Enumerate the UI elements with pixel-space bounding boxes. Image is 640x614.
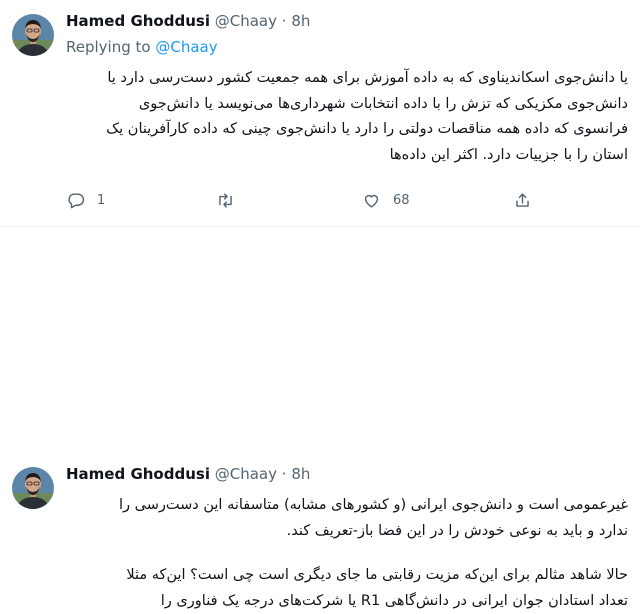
- avatar[interactable]: [12, 467, 54, 509]
- share-icon: [513, 191, 532, 210]
- tweet[interactable]: Hamed Ghoddusi @Chaay · 8h غیرعمومی است …: [0, 227, 640, 415]
- timestamp[interactable]: 8h: [291, 12, 310, 30]
- tweet-text-line: فرانسوی که داده همه مناقصات دولتی را دار…: [66, 117, 628, 143]
- tweet-text-line: یا دانش‌جوی اسکاندیناوی که به داده آموزش…: [66, 66, 628, 92]
- like-count: 68: [393, 193, 410, 208]
- reply-button[interactable]: 1: [66, 191, 105, 210]
- tweet-text-line: غیرعمومی است و دانش‌جوی ایرانی (و کشورها…: [66, 493, 628, 519]
- tweet-text-line: دانش‌جوی مکزیکی که تزش را با داده انتخاب…: [66, 92, 628, 118]
- replying-to-mention[interactable]: @Chaay: [155, 38, 217, 56]
- author-handle[interactable]: @Chaay: [215, 12, 277, 30]
- separator-dot: ·: [282, 12, 287, 30]
- like-button[interactable]: 68: [362, 191, 410, 210]
- retweet-button[interactable]: [216, 191, 235, 210]
- tweet-header: Hamed Ghoddusi @Chaay · 8h: [66, 465, 310, 483]
- replying-to: Replying to @Chaay: [66, 38, 218, 56]
- tweet-header: Hamed Ghoddusi @Chaay · 8h: [66, 12, 310, 30]
- tweet[interactable]: Hamed Ghoddusi @Chaay · 8h Replying to @…: [0, 0, 640, 227]
- tweet-text-line: تعداد استادان جوان ایرانی در دانش‌گاهی R…: [66, 589, 628, 614]
- retweet-icon: [216, 191, 235, 210]
- reply-icon: [66, 191, 85, 210]
- action-bar: 1 68: [66, 191, 536, 215]
- author-handle[interactable]: @Chaay: [215, 465, 277, 483]
- reply-count: 1: [97, 193, 105, 208]
- replying-to-label: Replying to: [66, 38, 151, 56]
- tweet-text: غیرعمومی است و دانش‌جوی ایرانی (و کشورها…: [66, 493, 628, 614]
- heart-icon: [362, 191, 381, 210]
- author-name[interactable]: Hamed Ghoddusi: [66, 12, 210, 30]
- tweet-text-line: حالا شاهد مثالم برای این‌که مزیت رقابتی …: [66, 563, 628, 589]
- avatar[interactable]: [12, 14, 54, 56]
- share-button[interactable]: [513, 191, 532, 210]
- tweet-text: یا دانش‌جوی اسکاندیناوی که به داده آموزش…: [66, 66, 628, 168]
- separator-dot: ·: [282, 465, 287, 483]
- tweet-text-line: ندارد و باید به نوعی خودش را در این فضا …: [66, 519, 628, 545]
- author-name[interactable]: Hamed Ghoddusi: [66, 465, 210, 483]
- tweet-text-line: استان را با جزییات دارد. اکثر این داده‌ه…: [66, 143, 628, 169]
- timestamp[interactable]: 8h: [291, 465, 310, 483]
